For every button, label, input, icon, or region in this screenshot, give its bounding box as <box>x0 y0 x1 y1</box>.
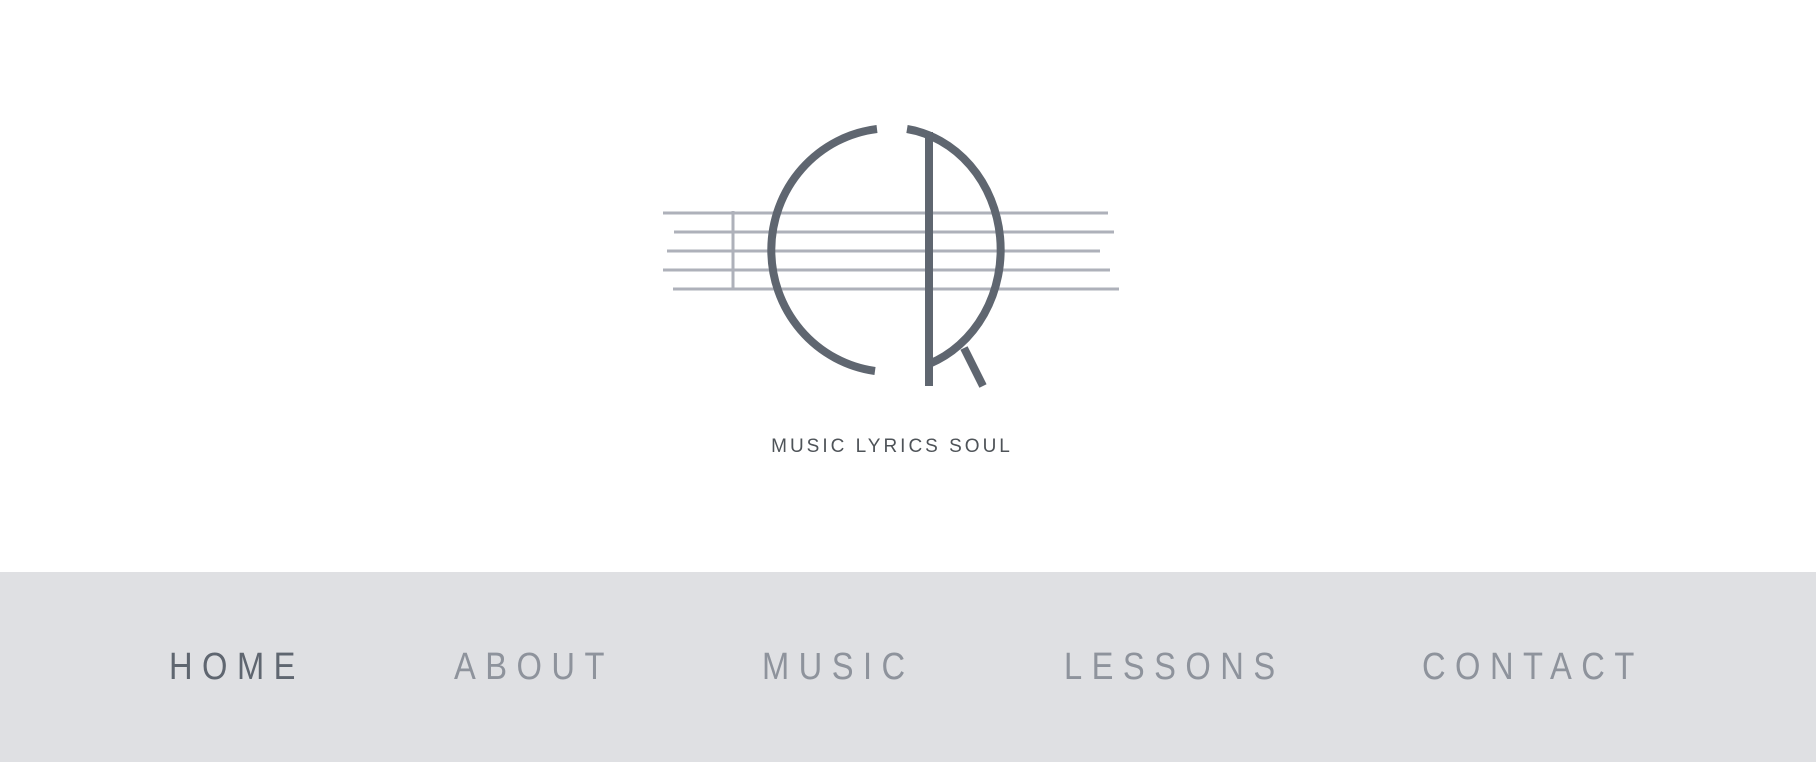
letter-r-bowl <box>906 125 1005 368</box>
nav-item-home[interactable]: HOME <box>169 572 305 762</box>
music-staff-lines <box>663 211 1119 291</box>
nav-item-contact[interactable]: CONTACT <box>1422 572 1644 762</box>
hero-header: MUSIC LYRICS SOUL <box>0 0 1816 572</box>
tagline: MUSIC LYRICS SOUL <box>771 436 1013 457</box>
letter-r-leg <box>960 346 987 388</box>
main-navigation: HOME ABOUT MUSIC LESSONS CONTACT <box>0 572 1816 762</box>
nav-item-lessons[interactable]: LESSONS <box>1064 572 1285 762</box>
cr-monogram-logo-icon <box>663 125 1119 388</box>
logo[interactable] <box>660 120 1126 390</box>
page: MUSIC LYRICS SOUL HOME ABOUT MUSIC LESSO… <box>0 0 1816 762</box>
nav-item-music[interactable]: MUSIC <box>762 572 915 762</box>
nav-item-about[interactable]: ABOUT <box>454 572 614 762</box>
